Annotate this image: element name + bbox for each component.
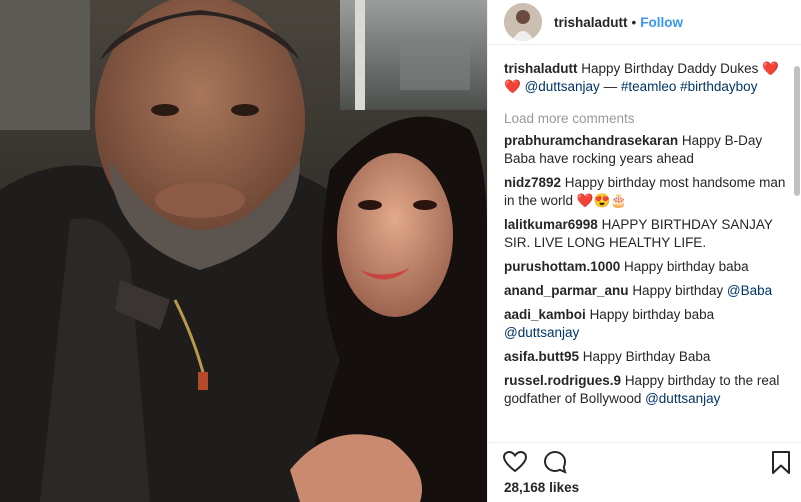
comment-username[interactable]: aadi_kamboi <box>504 307 586 322</box>
comment-item: purushottam.1000 Happy birthday baba <box>504 258 786 276</box>
post-photo-illustration <box>0 0 487 502</box>
comment-item: lalitkumar6998 HAPPY BIRTHDAY SANJAY SIR… <box>504 216 786 252</box>
load-more-comments-button[interactable]: Load more comments <box>504 110 786 128</box>
comment-item: aadi_kamboi Happy birthday baba @duttsan… <box>504 306 786 342</box>
scrollbar-thumb[interactable] <box>794 66 800 196</box>
follow-button[interactable]: Follow <box>640 15 683 30</box>
comment-mention[interactable]: @duttsanjay <box>645 391 720 406</box>
likes-label: likes <box>549 480 580 495</box>
comment-username[interactable]: lalitkumar6998 <box>504 217 598 232</box>
post-sidebar: trishaladutt • Follow trishaladutt Happy… <box>487 0 801 502</box>
comment-username[interactable]: russel.rodrigues.9 <box>504 373 621 388</box>
comment-username[interactable]: anand_parmar_anu <box>504 283 629 298</box>
likes-count[interactable]: 28,168 likes <box>504 480 579 495</box>
comment-username[interactable]: nidz7892 <box>504 175 561 190</box>
comment-item: russel.rodrigues.9 Happy birthday to the… <box>504 372 786 408</box>
comment-text: Happy birthday baba <box>624 259 749 274</box>
avatar[interactable] <box>504 3 542 41</box>
comment-username[interactable]: prabhuramchandrasekaran <box>504 133 678 148</box>
comment-username[interactable]: asifa.butt95 <box>504 349 579 364</box>
caption: trishaladutt Happy Birthday Daddy Dukes … <box>504 60 786 96</box>
comment-item: anand_parmar_anu Happy birthday @Baba <box>504 282 786 300</box>
comment-mention[interactable]: @duttsanjay <box>504 325 579 340</box>
comment-text: Happy birthday baba <box>589 307 715 322</box>
caption-dash: — <box>599 79 621 94</box>
comment-icon[interactable] <box>542 449 568 475</box>
header-separator: • <box>631 14 637 30</box>
caption-mention[interactable]: @duttsanjay <box>525 79 600 94</box>
comments-list[interactable]: trishaladutt Happy Birthday Daddy Dukes … <box>488 60 794 440</box>
caption-hashtag-birthdayboy[interactable]: #birthdayboy <box>680 79 757 94</box>
comments-scrollbar[interactable] <box>794 60 800 440</box>
comment-text: Happy birthday <box>632 283 727 298</box>
comment-item: prabhuramchandrasekaran Happy B-Day Baba… <box>504 132 786 168</box>
likes-number: 28,168 <box>504 480 546 495</box>
instagram-post: trishaladutt • Follow trishaladutt Happy… <box>0 0 801 502</box>
action-bar <box>488 442 801 476</box>
caption-hashtag-teamleo[interactable]: #teamleo <box>621 79 677 94</box>
heart-icon[interactable] <box>502 449 528 475</box>
comment-item: nidz7892 Happy birthday most handsome ma… <box>504 174 786 210</box>
comment-text: Happy Birthday Baba <box>582 349 711 364</box>
comment-mention[interactable]: @Baba <box>727 283 772 298</box>
comment-item: asifa.butt95 Happy Birthday Baba <box>504 348 786 366</box>
post-header: trishaladutt • Follow <box>488 0 801 45</box>
avatar-image <box>504 3 542 41</box>
header-username[interactable]: trishaladutt <box>554 15 628 30</box>
caption-username[interactable]: trishaladutt <box>504 61 578 76</box>
comment-username[interactable]: purushottam.1000 <box>504 259 620 274</box>
bookmark-icon[interactable] <box>768 449 794 475</box>
post-photo[interactable] <box>0 0 487 502</box>
